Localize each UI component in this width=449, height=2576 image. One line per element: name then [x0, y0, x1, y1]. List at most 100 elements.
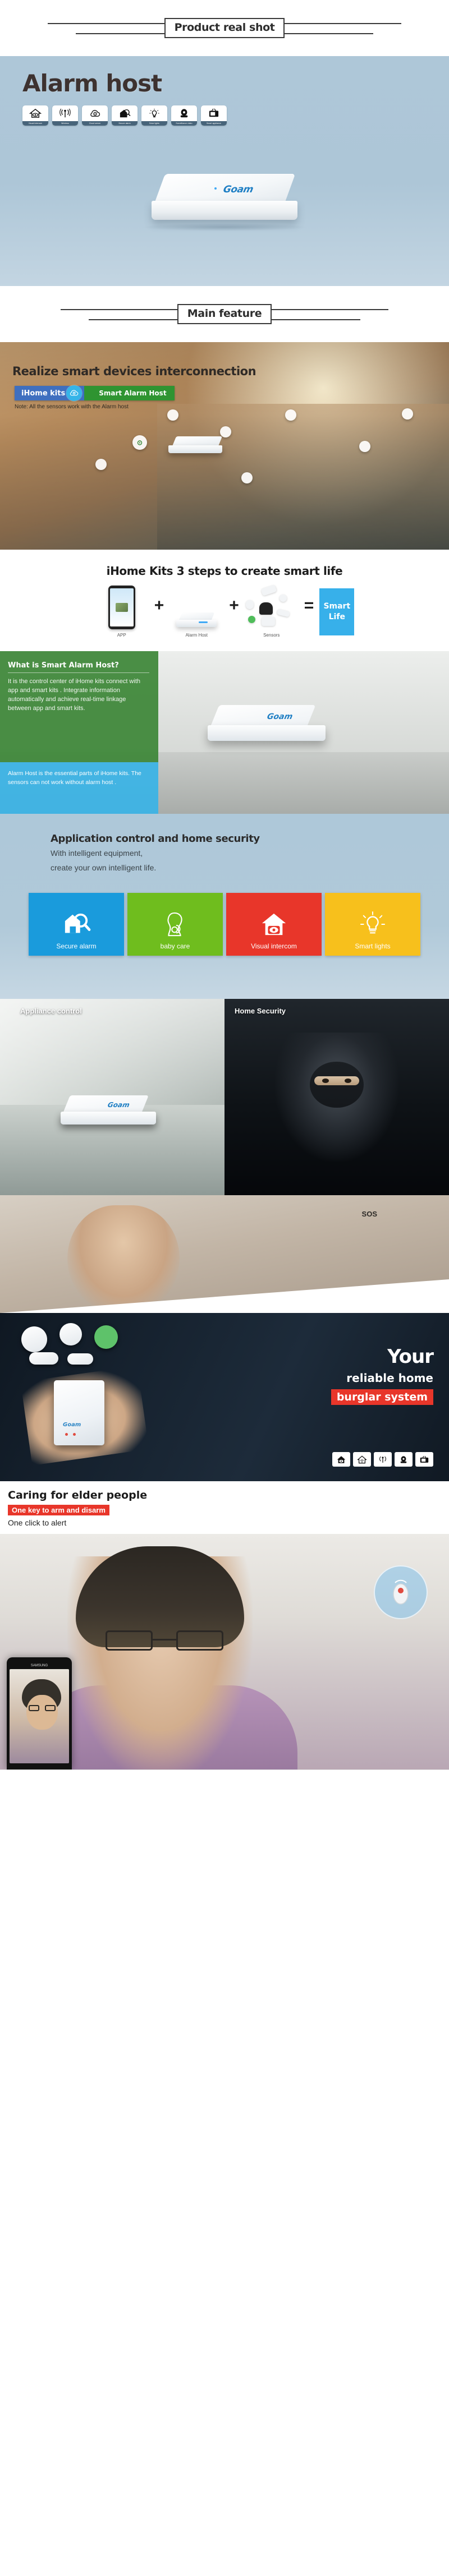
burglar-copy-line1: Your [387, 1345, 434, 1368]
section-header-label: Main feature [187, 307, 262, 320]
network-node-sensor [95, 459, 107, 470]
home-security-tag: Home Security [235, 1007, 286, 1015]
network-node-sensor [241, 472, 253, 483]
feature-card-secure-alarm[interactable]: Secure alarm [29, 893, 124, 956]
feature-card-label: Visual intercom [251, 942, 297, 950]
preview-lens-left [29, 1705, 39, 1711]
phone-screen [10, 1669, 69, 1763]
device-front-face [168, 445, 222, 453]
plus-sign-2: + [229, 596, 239, 615]
appliance-and-security-section: Appliance control Home Security Goam [0, 999, 449, 1195]
feature-chip: Cloud server [82, 105, 108, 126]
product-photo: Goam [0, 140, 449, 286]
rule-right [271, 307, 389, 321]
feature-chip: Solar lights [141, 105, 167, 126]
door-sensor-icon [29, 1352, 58, 1365]
equals-sign: = [304, 596, 314, 615]
feature-icon-strip: Visual intercom Wireless Cloud server Se… [22, 105, 227, 126]
visual-intercom-icon [22, 105, 48, 121]
smart-appliance-icon [201, 105, 227, 121]
feature-chip: Surveillance video [171, 105, 197, 126]
house-eye-icon [332, 1452, 350, 1467]
blue-card-body: Alarm Host is the essential parts of iHo… [8, 770, 141, 786]
lady-glasses [106, 1630, 223, 1651]
rule-right [283, 21, 402, 35]
wireless-icon [374, 1452, 392, 1467]
panic-button-icon [248, 616, 255, 623]
panic-button-icon [393, 1579, 409, 1605]
appctl-line2: create your own intelligent life. [51, 863, 157, 872]
blue-info-card: Alarm Host is the essential parts of iHo… [0, 762, 158, 814]
glasses-bridge [153, 1639, 176, 1640]
device-brand-logo: Goam [63, 1422, 81, 1428]
section-header-main-feature: Main feature [0, 286, 449, 342]
caring-for-elder-section: Caring for elder people One key to arm a… [0, 1481, 449, 1769]
glasses-lens-right [176, 1630, 223, 1651]
app-thumbnail [115, 603, 128, 612]
feature-card-smart-lights[interactable]: Smart lights [325, 893, 420, 956]
plus-sign-1: + [154, 596, 164, 615]
smart-life-badge: Smart Life [319, 588, 355, 635]
caring-title: Caring for elder people [8, 1489, 148, 1501]
surveillance-video-icon [395, 1452, 413, 1467]
feature-card-baby-care[interactable]: baby care [127, 893, 223, 956]
network-node-sensor [220, 426, 231, 437]
sos-label: SOS [361, 1210, 377, 1218]
device-front-face [208, 725, 326, 741]
step-label: APP [117, 633, 126, 638]
smart-plug-icon [261, 617, 275, 626]
step-label: Alarm Host [185, 633, 208, 638]
feature-chip: Secure alarm [112, 105, 138, 126]
smart-life-line1: Smart [323, 601, 351, 611]
panic-button-icon [94, 1325, 118, 1349]
smart-appliance-icon [415, 1452, 433, 1467]
door-sensor-icon [260, 584, 277, 596]
network-node-sensor [285, 409, 296, 421]
three-steps-row: APP + Alarm Host + Sensors = Smart Life [0, 584, 449, 638]
remote-control-icon [67, 1353, 93, 1365]
feature-chip: Wireless [52, 105, 78, 126]
burglar-copy-line2: reliable home [346, 1371, 433, 1385]
application-control-section: Application control and home security Wi… [0, 814, 449, 999]
section-header-box: Main feature [177, 304, 272, 324]
house-search-icon [62, 909, 91, 940]
step-label: Sensors [263, 633, 280, 638]
wireless-icon [52, 105, 78, 121]
feature-card-visual-intercom[interactable]: Visual intercom [226, 893, 322, 956]
burglar-illustration [275, 1033, 398, 1162]
device-front-face [176, 620, 217, 627]
rule-left [47, 21, 166, 35]
pir-sensor-icon [59, 1323, 82, 1345]
section-header-box: Product real shot [164, 18, 285, 38]
phone-illustration [108, 586, 135, 629]
interconnection-banner: Realize smart devices interconnection iH… [0, 342, 449, 550]
device-led-bar [199, 621, 208, 623]
network-node-hub [132, 435, 147, 450]
feature-chip: Visual intercom [22, 105, 48, 126]
preview-lens-right [45, 1705, 56, 1711]
alarm-host-title: Alarm host [22, 70, 162, 97]
surveillance-video-icon [171, 105, 197, 121]
three-steps-title: iHome Kits 3 steps to create smart life [106, 564, 343, 578]
home-security-photo: Home Security [224, 999, 449, 1195]
feature-chip-caption: Secure alarm [112, 121, 138, 126]
green-info-card: What is Smart Alarm Host? It is the cont… [0, 651, 158, 762]
feature-card-label: Secure alarm [56, 942, 97, 950]
alarm-host-panel: Goam [54, 1380, 104, 1445]
cloud-server-icon [82, 105, 108, 121]
interconnection-note: Note: All the sensors work with the Alar… [15, 404, 129, 410]
feature-chip-caption: Cloud server [82, 121, 108, 126]
section-header-label: Product real shot [174, 21, 275, 34]
green-card-body: It is the control center of iHome kits c… [8, 678, 140, 712]
ip-camera-icon [259, 602, 273, 615]
what-is-smart-alarm-host-section: Goam What is Smart Alarm Host? It is the… [0, 651, 449, 814]
alarm-host-device: Goam [208, 705, 326, 748]
ihome-kits-badge: iHome kits Smart Alarm Host [15, 385, 175, 401]
sensor-cluster [245, 584, 299, 629]
baby-care-icon [162, 909, 189, 940]
green-card-title: What is Smart Alarm Host? [8, 661, 149, 673]
dark-icon-row [332, 1452, 433, 1467]
panic-button-callout [374, 1565, 428, 1619]
house-eye-icon [260, 909, 288, 940]
section-header-product-real-shot: Product real shot [0, 0, 449, 56]
